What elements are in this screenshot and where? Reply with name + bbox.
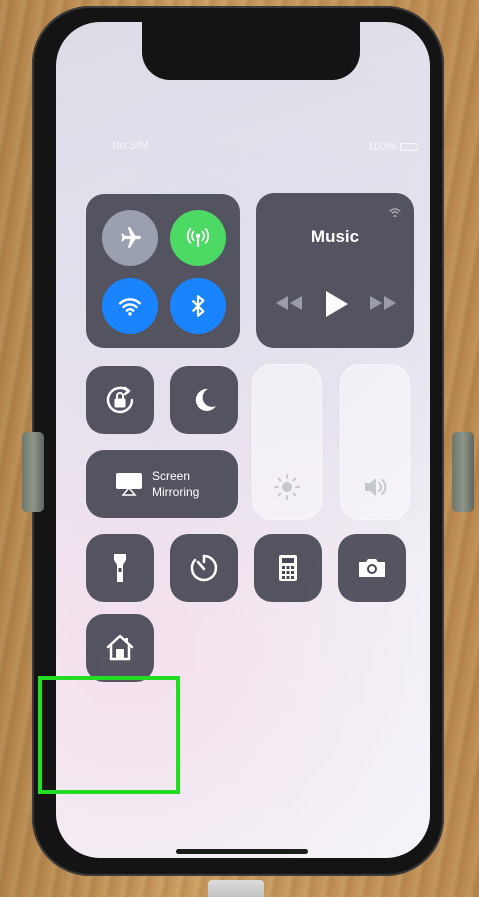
- flashlight-button[interactable]: [86, 534, 154, 602]
- home-button[interactable]: [86, 614, 154, 682]
- screen-mirroring-label: Screen Mirroring: [152, 469, 200, 499]
- wifi-icon: [119, 298, 141, 316]
- home-indicator[interactable]: [176, 849, 308, 854]
- music-module[interactable]: Music: [256, 193, 414, 348]
- charging-cable: [208, 880, 264, 897]
- fast-forward-button[interactable]: [366, 293, 400, 313]
- battery-percent: 100%: [368, 141, 397, 153]
- screen-mirroring-button[interactable]: Screen Mirroring: [86, 450, 238, 518]
- screen-mirroring-icon: [116, 473, 142, 496]
- moon-icon: [195, 388, 216, 411]
- cellular-data-button[interactable]: [170, 210, 226, 266]
- cellular-data-icon: [186, 227, 210, 247]
- carrier-label: No SIM: [112, 140, 149, 152]
- battery-icon: [400, 143, 419, 151]
- bluetooth-icon: [191, 295, 205, 317]
- highlight-box: [38, 676, 180, 794]
- sun-icon: [274, 474, 300, 500]
- connectivity-module: [86, 194, 240, 348]
- speaker-icon: [365, 478, 387, 496]
- airplane-icon: [121, 227, 141, 248]
- orientation-lock-icon: [106, 386, 134, 414]
- airplay-audio-icon[interactable]: [386, 201, 404, 219]
- flashlight-icon: [114, 554, 126, 582]
- calculator-button[interactable]: [254, 534, 322, 602]
- wifi-button[interactable]: [102, 278, 158, 334]
- home-icon: [106, 634, 134, 661]
- airplane-mode-button[interactable]: [102, 210, 158, 266]
- battery-status: 100%: [368, 140, 419, 154]
- timer-button[interactable]: [170, 534, 238, 602]
- orientation-lock-button[interactable]: [86, 366, 154, 434]
- music-title: Music: [310, 227, 360, 246]
- brightness-slider[interactable]: [252, 364, 322, 520]
- bluetooth-button[interactable]: [170, 278, 226, 334]
- camera-button[interactable]: [338, 534, 406, 602]
- rewind-button[interactable]: [272, 293, 306, 313]
- do-not-disturb-button[interactable]: [170, 366, 238, 434]
- volume-slider[interactable]: [340, 364, 410, 520]
- camera-icon: [359, 559, 385, 577]
- holder-clip-right: [452, 432, 474, 512]
- play-button[interactable]: [318, 287, 352, 321]
- timer-icon: [190, 554, 218, 582]
- notch: [142, 22, 360, 80]
- calculator-icon: [279, 555, 297, 581]
- holder-clip-left: [22, 432, 44, 512]
